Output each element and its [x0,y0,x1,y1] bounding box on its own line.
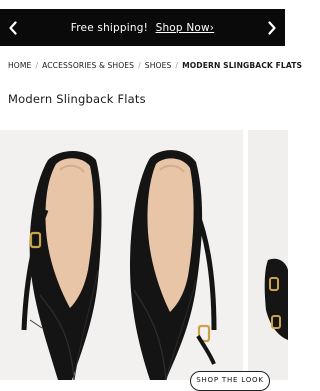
promo-prev-button[interactable] [0,9,26,46]
product-photo-secondary [248,130,288,380]
breadcrumb-home[interactable]: HOME [8,61,31,70]
page-title: Modern Slingback Flats [8,92,146,106]
breadcrumb-separator: / [175,61,179,70]
promo-banner: Free shipping! Shop Now› [0,9,285,46]
product-image-secondary[interactable] [248,130,288,380]
breadcrumb-current: MODERN SLINGBACK FLATS [182,61,303,70]
breadcrumb: HOME / ACCESSORIES & SHOES / SHOES / MODERN SL… [8,61,302,70]
product-photo-shoes [0,130,243,380]
breadcrumb-accessories-shoes[interactable]: ACCESSORIES & SHOES [42,61,134,70]
breadcrumb-separator: / [138,61,141,70]
promo-message: Free shipping! Shop Now› [71,22,214,34]
shop-now-link[interactable]: Shop Now› [156,22,215,34]
promo-next-button[interactable] [259,9,285,46]
product-image-main[interactable] [0,130,243,380]
breadcrumb-shoes[interactable]: SHOES [145,61,172,70]
promo-text: Free shipping! [70,21,149,34]
chevron-right-icon [268,20,276,35]
chevron-left-icon [9,20,17,35]
shop-the-look-button[interactable]: SHOP THE LOOK [190,371,270,391]
breadcrumb-separator: / [35,61,39,70]
